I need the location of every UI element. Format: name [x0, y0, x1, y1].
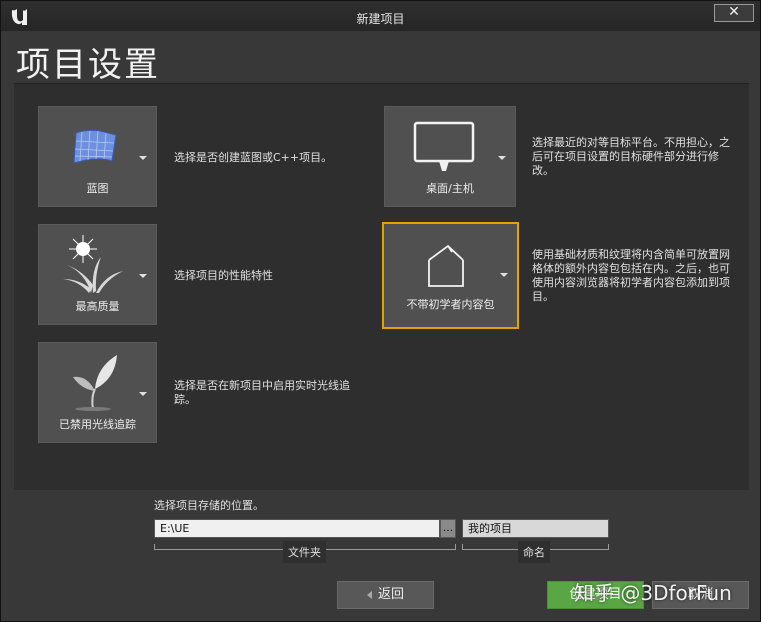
- starter-content-option-tile[interactable]: 不带初学者内容包: [382, 222, 519, 329]
- empty-box-icon: [428, 244, 464, 287]
- platform-option-tile[interactable]: 桌面/主机: [384, 106, 516, 207]
- blueprint-icon: [73, 129, 117, 164]
- chevron-down-icon[interactable]: [139, 392, 147, 396]
- quality-option-description: 选择项目的性能特性: [174, 269, 273, 282]
- raytracing-option-description: 选择是否在新项目中启用实时光线追踪。: [174, 379, 350, 406]
- platform-option-label: 桌面/主机: [426, 182, 474, 195]
- back-button[interactable]: 返回: [337, 581, 434, 609]
- quality-option-tile[interactable]: 最高质量: [38, 224, 157, 325]
- page-title: 项目设置: [16, 45, 160, 85]
- name-caption: 命名: [518, 541, 550, 563]
- starter-content-option-label: 不带初学者内容包: [406, 298, 495, 311]
- blueprint-option-tile[interactable]: 蓝图: [38, 106, 157, 207]
- window-title: 新建项目: [356, 12, 405, 26]
- quality-sparkle-icon: [63, 235, 123, 293]
- location-label: 选择项目存储的位置。: [154, 499, 264, 512]
- project-name-input[interactable]: 我的项目: [462, 519, 609, 538]
- watermark: 知乎 @3DforFun: [574, 581, 732, 605]
- platform-option-description: 选择最近的对等目标平台。不用担心，之后可在项目设置的目标硬件部分进行修改。: [532, 136, 730, 177]
- browse-folder-button[interactable]: ...: [440, 519, 456, 538]
- plant-icon: [73, 355, 117, 411]
- close-button[interactable]: ✕: [714, 4, 754, 22]
- chevron-down-icon[interactable]: [498, 156, 506, 160]
- raytracing-option-label: 已禁用光线追踪: [59, 418, 136, 431]
- project-path-input[interactable]: E:\UE: [154, 519, 440, 538]
- title-bar: 新建项目 ✕: [1, 1, 760, 31]
- chevron-down-icon[interactable]: [139, 274, 147, 278]
- blueprint-option-description: 选择是否创建蓝图或C++项目。: [174, 151, 333, 164]
- folder-caption: 文件夹: [283, 541, 326, 563]
- blueprint-option-label: 蓝图: [86, 182, 109, 195]
- chevron-down-icon[interactable]: [500, 273, 508, 277]
- raytracing-option-tile[interactable]: 已禁用光线追踪: [38, 342, 157, 443]
- monitor-icon: [413, 121, 475, 171]
- chevron-down-icon[interactable]: [139, 156, 147, 160]
- back-arrow-icon: [366, 590, 372, 599]
- new-project-window: 新建项目 ✕ 项目设置 蓝图 选择是否创建蓝图或C++项目。 桌面/主机 选择最…: [0, 0, 761, 622]
- quality-option-label: 最高质量: [75, 300, 120, 313]
- back-button-label: 返回: [377, 587, 404, 602]
- starter-content-option-description: 使用基础材质和纹理将内含简单可放置网格体的额外内容包包括在内。之后，也可使用内容…: [532, 248, 730, 303]
